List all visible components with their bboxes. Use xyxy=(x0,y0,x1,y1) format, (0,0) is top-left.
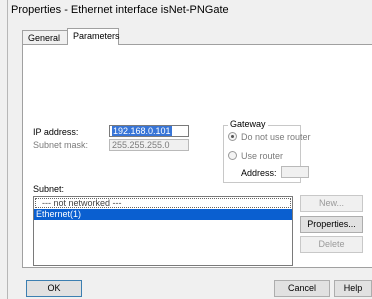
radio-use-router[interactable] xyxy=(228,151,237,160)
cancel-button[interactable]: Cancel xyxy=(274,280,330,297)
new-subnet-button[interactable]: New... xyxy=(300,195,363,212)
use-router-label: Use router xyxy=(241,151,284,161)
ok-button[interactable]: OK xyxy=(26,280,82,297)
do-not-use-router-label: Do not use router xyxy=(241,132,311,142)
subnet-mask-label: Subnet mask: xyxy=(33,140,89,150)
ip-address-input[interactable]: 192.168.0.101 xyxy=(109,125,189,137)
window-frame-edge xyxy=(0,0,8,299)
tab-parameters[interactable]: Parameters xyxy=(67,28,120,45)
subnet-properties-button[interactable]: Properties... xyxy=(300,216,363,233)
ip-address-label: IP address: xyxy=(33,127,79,137)
parameters-panel: IP address: 192.168.0.101 Subnet mask: 2… xyxy=(22,44,372,268)
delete-subnet-button[interactable]: Delete xyxy=(300,236,363,253)
properties-dialog: Properties - Ethernet interface isNet-PN… xyxy=(8,0,372,299)
subnet-label: Subnet: xyxy=(33,184,65,194)
gateway-address-input[interactable] xyxy=(281,166,309,178)
list-item[interactable]: Ethernet(1) xyxy=(34,209,292,220)
tab-general[interactable]: General xyxy=(22,30,68,45)
subnet-mask-input[interactable]: 255.255.255.0 xyxy=(109,139,189,151)
gateway-address-label: Address: xyxy=(241,168,277,178)
subnet-list: --- not networked --- Ethernet(1) xyxy=(33,196,293,266)
list-item[interactable]: --- not networked --- xyxy=(35,198,291,208)
radio-do-not-use-router[interactable] xyxy=(228,132,237,141)
ip-address-value: 192.168.0.101 xyxy=(112,126,172,136)
help-button[interactable]: Help xyxy=(334,280,372,297)
dialog-title: Properties - Ethernet interface isNet-PN… xyxy=(11,4,229,16)
gateway-group-title: Gateway xyxy=(228,119,268,129)
